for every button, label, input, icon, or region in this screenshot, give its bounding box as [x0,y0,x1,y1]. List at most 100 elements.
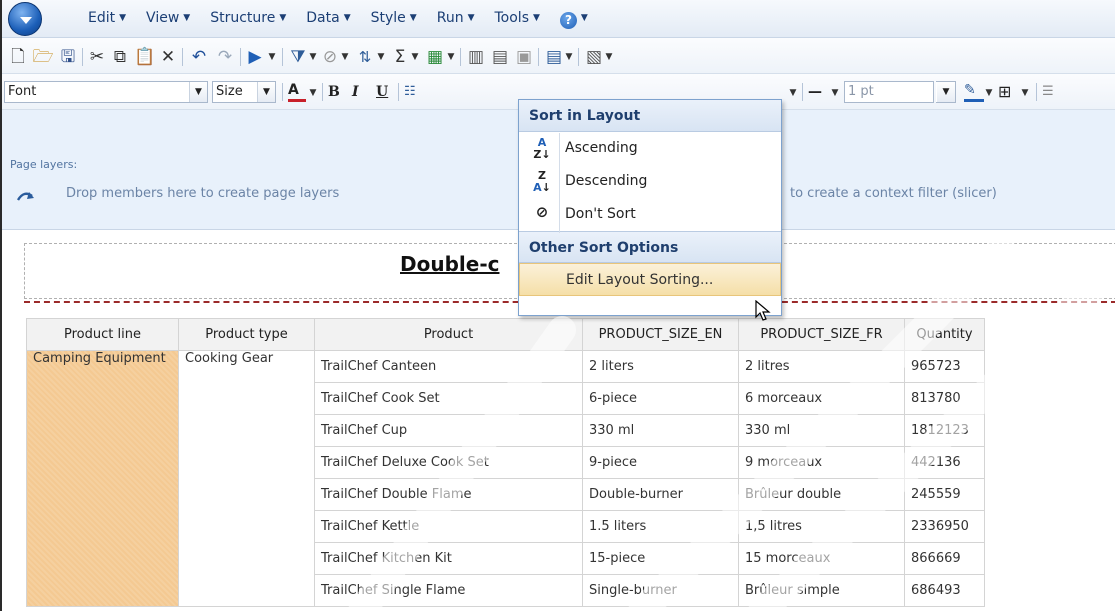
chevron-down-icon[interactable]: ▼ [830,82,840,104]
undo-icon[interactable]: ↶ [188,46,210,68]
column-header-product[interactable]: Product [314,318,583,351]
line-weight-dropdown[interactable]: ▼ [936,81,956,103]
cell-size-fr[interactable]: Brûleur simple [738,574,905,607]
chevron-down-icon[interactable]: ▼ [308,46,318,68]
cell-quantity[interactable]: 965723 [904,350,985,383]
underline-icon[interactable]: U [376,82,392,102]
borders-icon[interactable]: ⊞ [998,82,1018,102]
chevron-down-icon[interactable]: ▼ [257,82,275,102]
save-icon[interactable]: 🖫 [58,46,78,68]
column-header-product-line[interactable]: Product line [26,318,179,351]
cell-size-en[interactable]: Double-burner [582,478,739,511]
line-weight-combo[interactable]: 1 pt [844,81,934,103]
run-icon[interactable]: ▶ [246,46,264,68]
menu-data[interactable]: Data ▼ [296,10,360,29]
cell-size-en[interactable]: 6-piece [582,382,739,415]
chevron-down-icon[interactable]: ▼ [788,82,798,104]
paste-icon[interactable]: 📋 [134,46,155,68]
cell-quantity[interactable]: 866669 [904,542,985,575]
app-menu-button[interactable] [8,2,42,36]
line-style-icon[interactable]: — [808,82,830,102]
menu-run[interactable]: Run ▼ [427,10,485,29]
cell-quantity[interactable]: 1812123 [904,414,985,447]
chevron-down-icon[interactable]: ▼ [308,82,318,104]
copy-icon[interactable]: ⧉ [110,46,130,68]
cell-quantity[interactable]: 2336950 [904,510,985,543]
menu-style[interactable]: Style ▼ [361,10,427,29]
cell-product[interactable]: TrailChef Cook Set [314,382,583,415]
filter-icon[interactable]: ⧩ [288,46,308,68]
redo-icon[interactable]: ↷ [214,46,236,68]
cell-product[interactable]: TrailChef Deluxe Cook Set [314,446,583,479]
cell-product[interactable]: TrailChef Kitchen Kit [314,542,583,575]
chevron-down-icon[interactable]: ▼ [266,46,278,68]
menu-edit[interactable]: Edit ▼ [78,10,136,29]
cell-product[interactable]: TrailChef Canteen [314,350,583,383]
line-color-icon[interactable]: ✎ [964,82,984,102]
cell-product-type[interactable]: Cooking Gear [178,350,315,607]
calculate-icon[interactable]: ▦ [424,46,446,68]
chevron-down-icon[interactable]: ▼ [189,82,207,102]
report-title[interactable]: Double-c [400,252,499,276]
font-combo[interactable]: Font ▼ [4,81,208,103]
chevron-down-icon[interactable]: ▼ [376,46,386,68]
sort-descending-item[interactable]: Z A↓ Descending [519,165,781,198]
cell-size-fr[interactable]: 1,5 litres [738,510,905,543]
chart-icon[interactable]: ▤ [544,46,564,68]
pivot-icon[interactable]: ▥ [466,46,486,68]
cell-product[interactable]: TrailChef Single Flame [314,574,583,607]
column-header-size-en[interactable]: PRODUCT_SIZE_EN [582,318,739,351]
new-document-icon[interactable]: 🗋 [8,46,28,68]
cell-size-en[interactable]: 1.5 liters [582,510,739,543]
cell-size-fr[interactable]: 330 ml [738,414,905,447]
cell-size-en[interactable]: 15-piece [582,542,739,575]
menu-structure[interactable]: Structure ▼ [200,10,296,29]
cell-size-fr[interactable]: 6 morceaux [738,382,905,415]
menu-tools[interactable]: Tools ▼ [485,10,550,29]
chevron-down-icon[interactable]: ▼ [984,82,994,104]
cell-quantity[interactable]: 245559 [904,478,985,511]
align-icon[interactable]: ☷ [404,82,420,102]
cell-size-en[interactable]: 9-piece [582,446,739,479]
chevron-down-icon[interactable]: ▼ [604,46,614,68]
group-icon[interactable]: ▤ [490,46,510,68]
chevron-down-icon[interactable]: ▼ [1020,82,1030,104]
open-folder-icon[interactable]: 🗁 [32,46,54,68]
chevron-down-icon[interactable]: ▼ [564,46,574,68]
dont-sort-item[interactable]: ⊘ Don't Sort [519,198,781,231]
cell-product[interactable]: TrailChef Cup [314,414,583,447]
column-header-product-type[interactable]: Product type [178,318,315,351]
menu-help[interactable]: ? ▼ [550,10,598,29]
font-color-icon[interactable]: A [288,82,306,102]
cell-size-fr[interactable]: 15 morceaux [738,542,905,575]
column-header-quantity[interactable]: Quantity [904,318,985,351]
cell-product[interactable]: TrailChef Kettle [314,510,583,543]
cell-quantity[interactable]: 813780 [904,382,985,415]
cell-size-fr[interactable]: 9 morceaux [738,446,905,479]
cell-size-en[interactable]: Single-burner [582,574,739,607]
chevron-down-icon[interactable]: ▼ [937,82,955,102]
size-combo[interactable]: Size ▼ [212,81,276,103]
menu-view[interactable]: View ▼ [136,10,200,29]
summarize-icon[interactable]: Σ [390,46,410,68]
italic-icon[interactable]: I [352,82,368,102]
chevron-down-icon[interactable]: ▼ [340,46,350,68]
sort-icon[interactable]: ⇅ [354,46,376,68]
chevron-down-icon[interactable]: ▼ [446,46,456,68]
cell-size-en[interactable]: 330 ml [582,414,739,447]
insert-icon[interactable]: ▧ [584,46,604,68]
cell-product-line[interactable]: Camping Equipment [26,350,179,607]
cell-size-fr[interactable]: Brûleur double [738,478,905,511]
cell-quantity[interactable]: 442136 [904,446,985,479]
cut-icon[interactable]: ✂ [88,46,106,68]
bold-icon[interactable]: B [328,82,344,102]
delete-icon[interactable]: ✕ [158,46,178,68]
cell-product[interactable]: TrailChef Double Flame [314,478,583,511]
edit-layout-sorting-item[interactable]: Edit Layout Sorting... [519,263,781,296]
sort-ascending-item[interactable]: A Z↓ Ascending [519,132,781,165]
chevron-down-icon[interactable]: ▼ [410,46,420,68]
section-icon[interactable]: ▣ [514,46,534,68]
cell-size-en[interactable]: 2 liters [582,350,739,383]
column-header-size-fr[interactable]: PRODUCT_SIZE_FR [738,318,905,351]
suppress-icon[interactable]: ⊘ [320,46,340,68]
